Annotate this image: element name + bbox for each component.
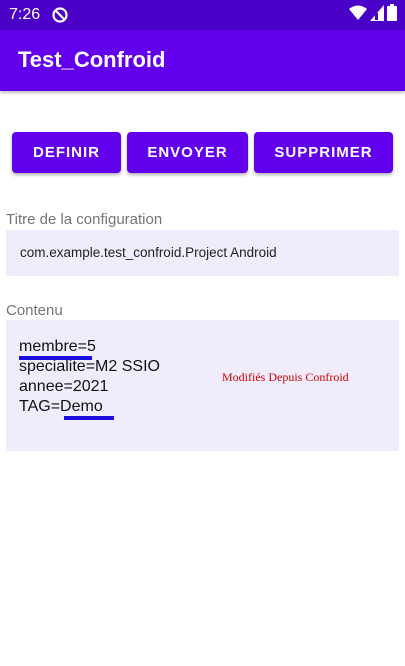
- envoyer-button[interactable]: ENVOYER: [127, 132, 248, 173]
- modification-note: Modifiés Depuis Confroid: [222, 370, 349, 384]
- contenu-line-tag: TAG=Demo: [19, 398, 103, 415]
- highlight-underline: [19, 356, 92, 360]
- signal-icon: [370, 4, 384, 26]
- titre-label: Titre de la configuration: [6, 211, 163, 228]
- status-icons: [349, 4, 397, 26]
- status-bar: 7:26: [0, 0, 405, 30]
- battery-icon: [387, 4, 397, 26]
- notification-app-icon: [52, 7, 68, 23]
- contenu-line-membre: membre=5: [19, 338, 96, 355]
- wifi-icon: [349, 5, 367, 26]
- supprimer-button[interactable]: SUPPRIMER: [254, 132, 393, 173]
- titre-field[interactable]: com.example.test_confroid.Project Androi…: [6, 230, 399, 276]
- highlight-underline: [64, 416, 114, 420]
- app-title: Test_Confroid: [18, 47, 166, 72]
- contenu-line-specialite: specialite=M2 SSIO: [19, 358, 160, 375]
- status-time: 7:26: [9, 6, 41, 23]
- app-bar: Test_Confroid: [0, 30, 405, 91]
- definir-button[interactable]: DEFINIR: [12, 132, 121, 173]
- titre-value: com.example.test_confroid.Project Androi…: [20, 245, 277, 260]
- contenu-line-annee: annee=2021: [19, 378, 109, 395]
- contenu-label: Contenu: [6, 302, 63, 319]
- contenu-field[interactable]: membre=5 specialite=M2 SSIO annee=2021 T…: [6, 320, 399, 451]
